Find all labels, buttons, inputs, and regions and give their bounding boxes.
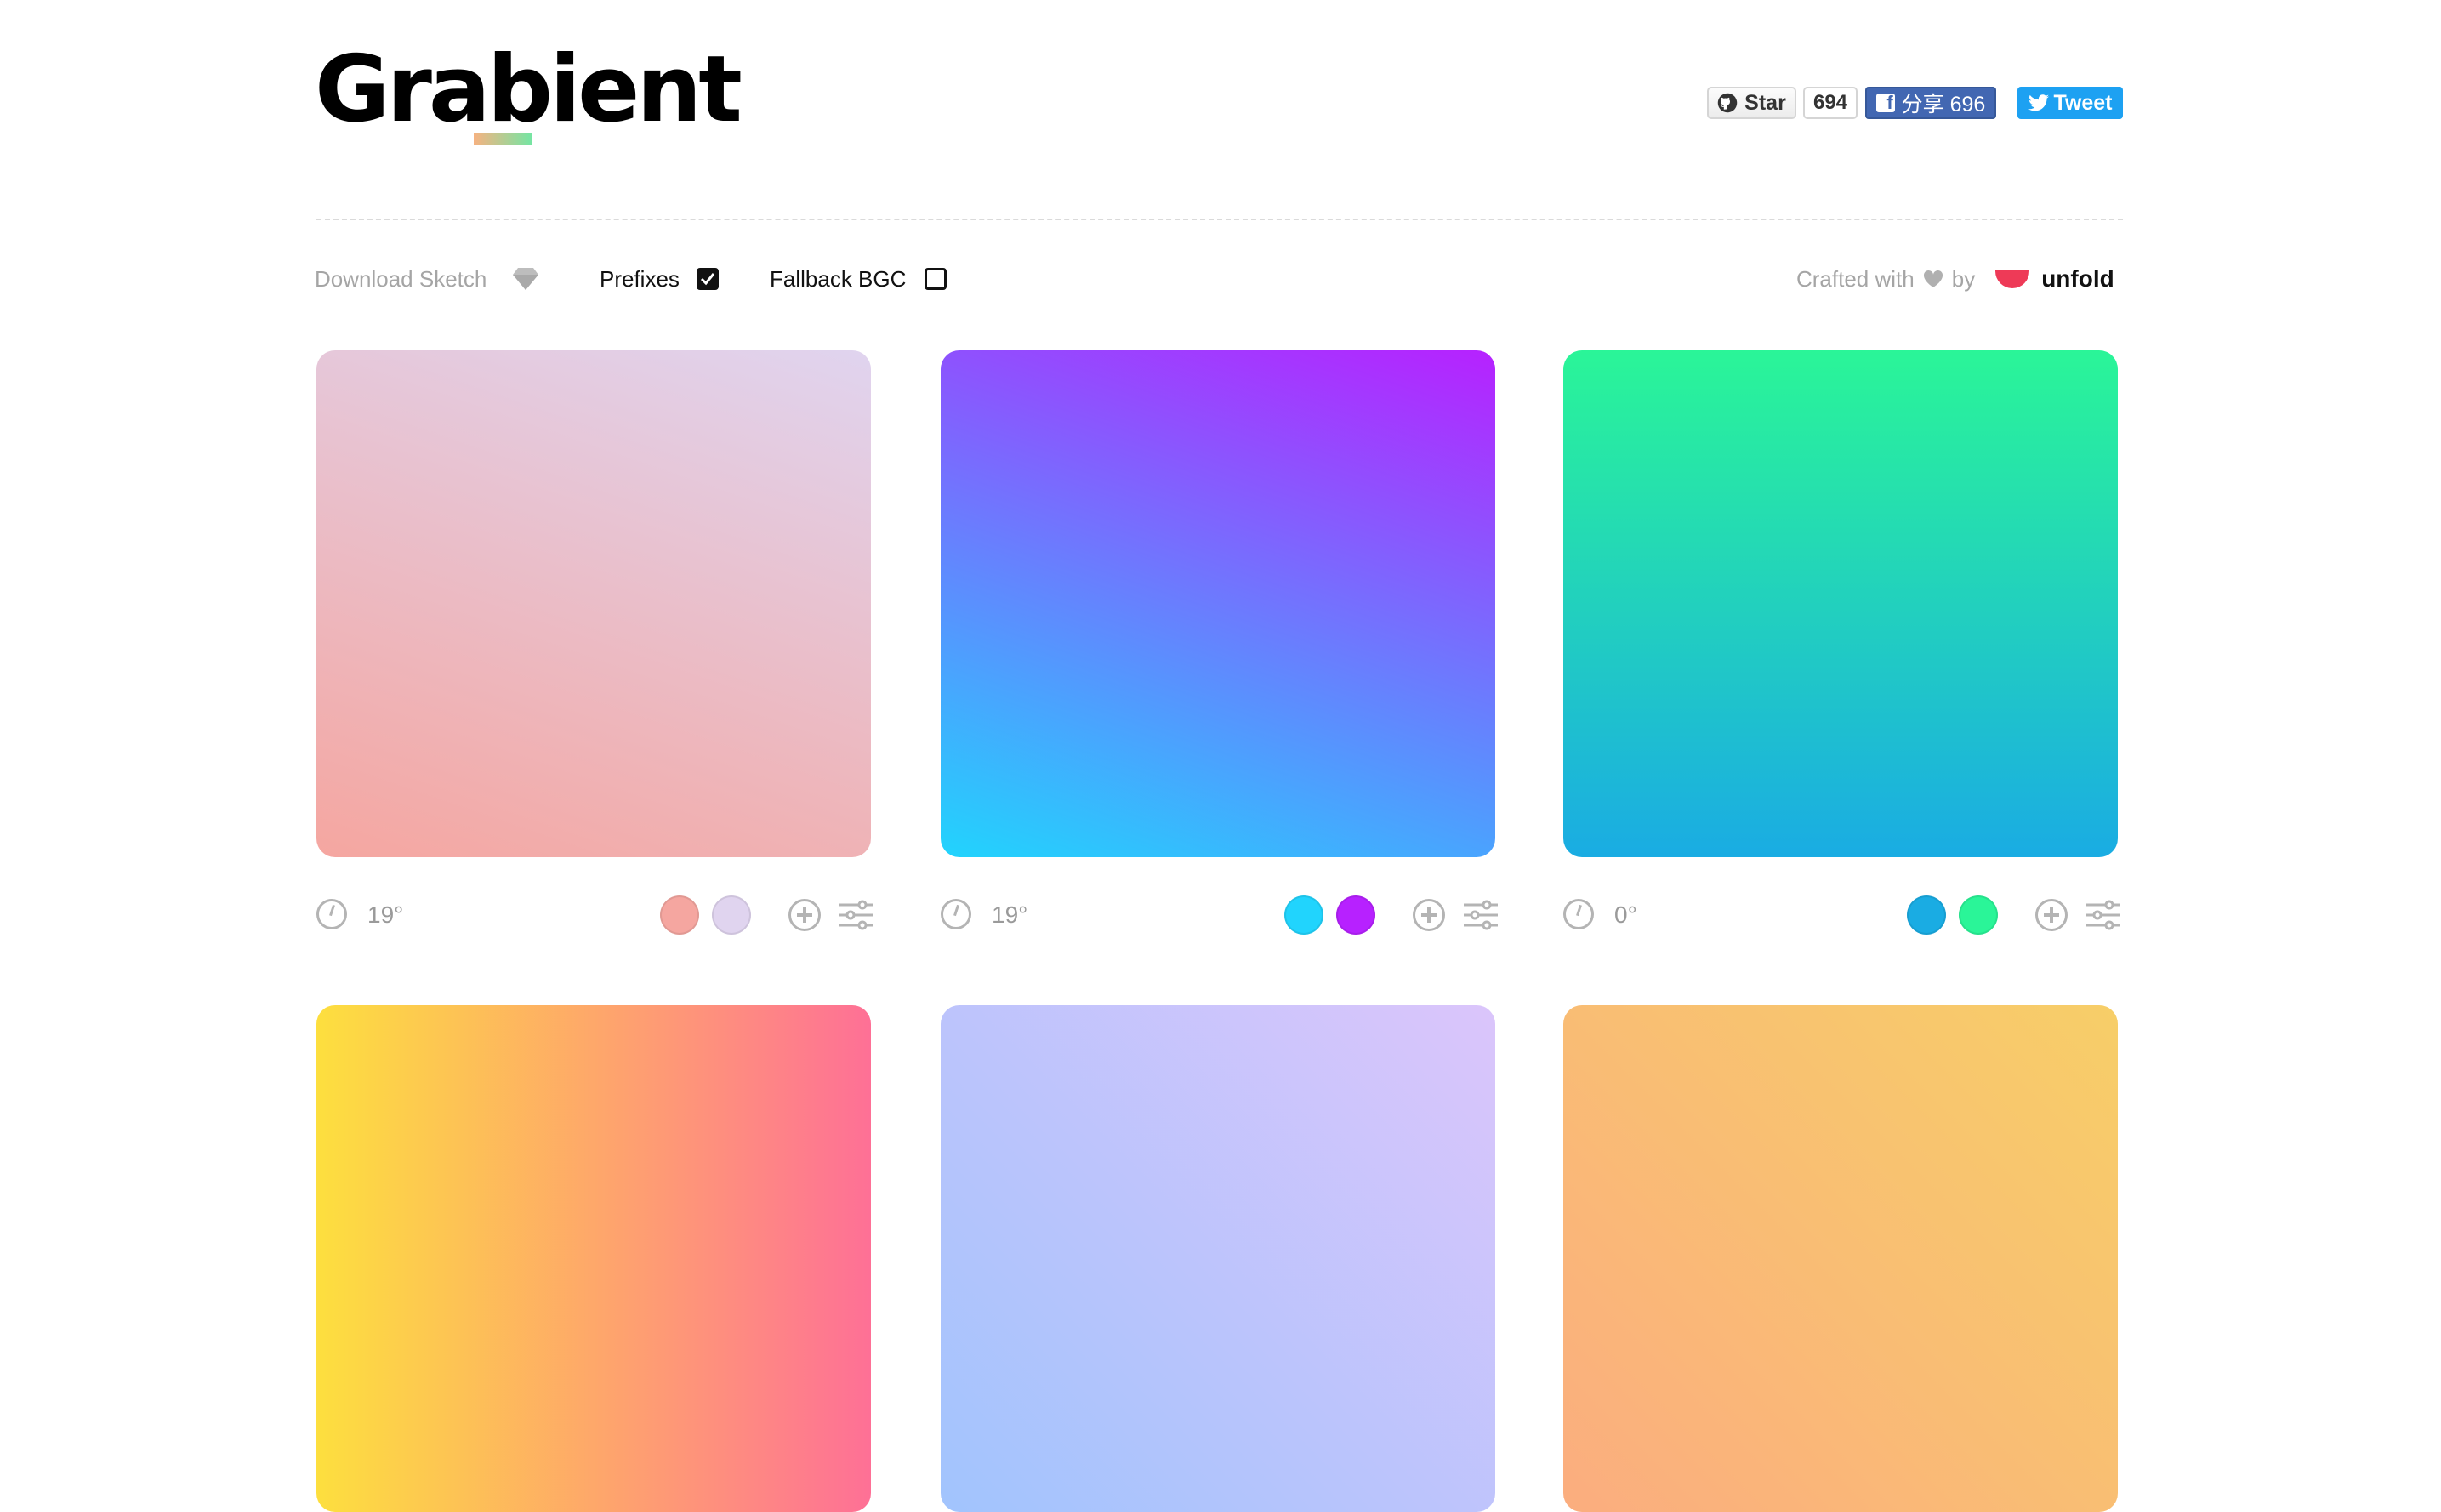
sliders-icon[interactable]: [1463, 900, 1499, 930]
facebook-share-label: 分享 696: [1901, 93, 1986, 117]
unfold-logo-icon: [1995, 270, 2030, 288]
tweet-button[interactable]: Tweet: [2017, 87, 2123, 119]
github-star-button[interactable]: Star: [1707, 87, 1796, 119]
angle-icon[interactable]: [941, 899, 971, 929]
color-swatch[interactable]: [1959, 895, 1998, 935]
unfold-link[interactable]: unfold: [1995, 265, 2114, 293]
angle-value: 19°: [992, 901, 1028, 928]
github-star-count[interactable]: 694: [1803, 87, 1858, 119]
add-color-icon[interactable]: [1413, 899, 1445, 931]
sketch-diamond-icon: [513, 268, 539, 290]
tweet-label: Tweet: [2053, 90, 2113, 115]
angle-value: 0°: [1614, 901, 1637, 928]
gradient-card[interactable]: [941, 350, 1495, 857]
crafted-by-label: by: [1951, 265, 1976, 292]
crafted-with: Crafted with by unfold: [1796, 262, 2114, 296]
prefixes-checkbox[interactable]: [696, 268, 719, 290]
color-swatch[interactable]: [1336, 895, 1375, 935]
angle-value: 19°: [367, 901, 404, 928]
sliders-icon[interactable]: [2085, 900, 2121, 930]
prefixes-toggle[interactable]: Prefixes: [600, 264, 719, 294]
fallback-bgc-checkbox[interactable]: [925, 268, 947, 290]
twitter-icon: [2028, 94, 2049, 111]
add-color-icon[interactable]: [2035, 899, 2068, 931]
add-color-icon[interactable]: [788, 899, 821, 931]
fallback-bgc-toggle[interactable]: Fallback BGC: [770, 264, 947, 294]
download-sketch-link[interactable]: Download Sketch: [315, 264, 539, 294]
heart-icon: [1923, 270, 1943, 287]
gradient-card[interactable]: [1563, 1005, 2118, 1512]
logo[interactable]: Grabient: [315, 44, 743, 136]
github-star-label: Star: [1744, 90, 1786, 115]
logo-underline: [474, 133, 532, 145]
gradient-card[interactable]: [1563, 350, 2118, 857]
unfold-label: unfold: [2041, 265, 2114, 292]
facebook-icon: f: [1875, 94, 1895, 112]
color-swatch[interactable]: [1284, 895, 1323, 935]
facebook-share-button[interactable]: f 分享 696: [1865, 87, 1996, 119]
crafted-with-label: Crafted with: [1796, 265, 1915, 292]
header-divider: [316, 219, 2123, 220]
prefixes-label: Prefixes: [600, 265, 680, 292]
color-swatch[interactable]: [660, 895, 699, 935]
gradient-card[interactable]: [316, 1005, 871, 1512]
angle-icon[interactable]: [316, 899, 347, 929]
download-sketch-label: Download Sketch: [315, 265, 487, 292]
github-icon: [1717, 93, 1738, 113]
gradient-card[interactable]: [941, 1005, 1495, 1512]
color-swatch[interactable]: [1907, 895, 1946, 935]
check-icon: [700, 273, 715, 286]
color-swatch[interactable]: [712, 895, 751, 935]
gradient-card[interactable]: [316, 350, 871, 857]
fallback-bgc-label: Fallback BGC: [770, 265, 907, 292]
angle-icon[interactable]: [1563, 899, 1594, 929]
sliders-icon[interactable]: [839, 900, 874, 930]
